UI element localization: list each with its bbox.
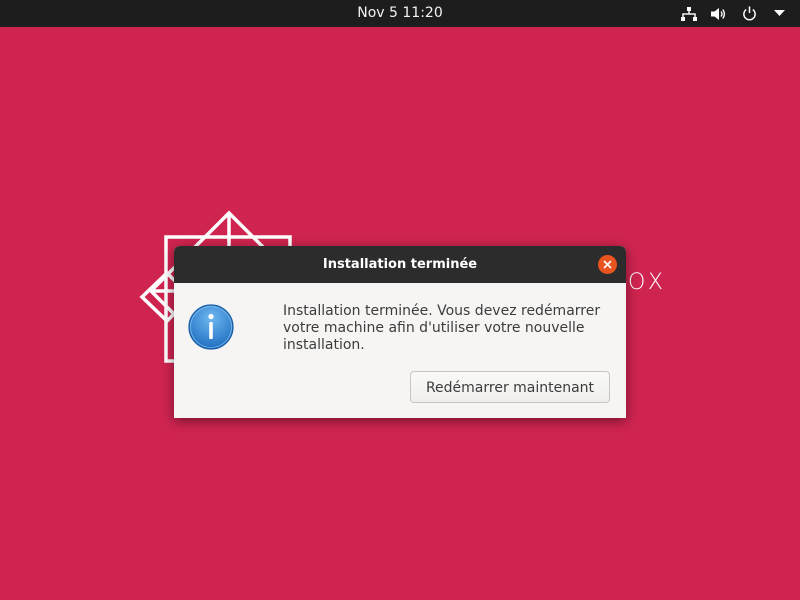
restart-now-button[interactable]: Redémarrer maintenant	[410, 371, 610, 403]
dialog-titlebar[interactable]: Installation terminée	[174, 246, 626, 283]
chevron-down-icon[interactable]	[770, 5, 788, 23]
top-bar: Nov 5 11:20	[0, 0, 800, 27]
volume-icon[interactable]	[710, 5, 728, 23]
desktop: Nov 5 11:20 OX Installation terminée Ins…	[0, 0, 800, 600]
network-icon[interactable]	[680, 5, 698, 23]
wallpaper-logo-text: OX	[628, 270, 667, 295]
installation-complete-dialog: Installation terminée Installation termi…	[174, 246, 626, 418]
system-tray[interactable]	[680, 0, 788, 27]
dialog-title: Installation terminée	[322, 257, 478, 272]
close-button[interactable]	[598, 255, 617, 274]
dialog-body: Installation terminée. Vous devez redéma…	[174, 283, 626, 418]
close-icon	[603, 260, 612, 269]
power-icon[interactable]	[740, 5, 758, 23]
dialog-message: Installation terminée. Vous devez redéma…	[283, 303, 601, 353]
info-icon	[188, 304, 234, 350]
